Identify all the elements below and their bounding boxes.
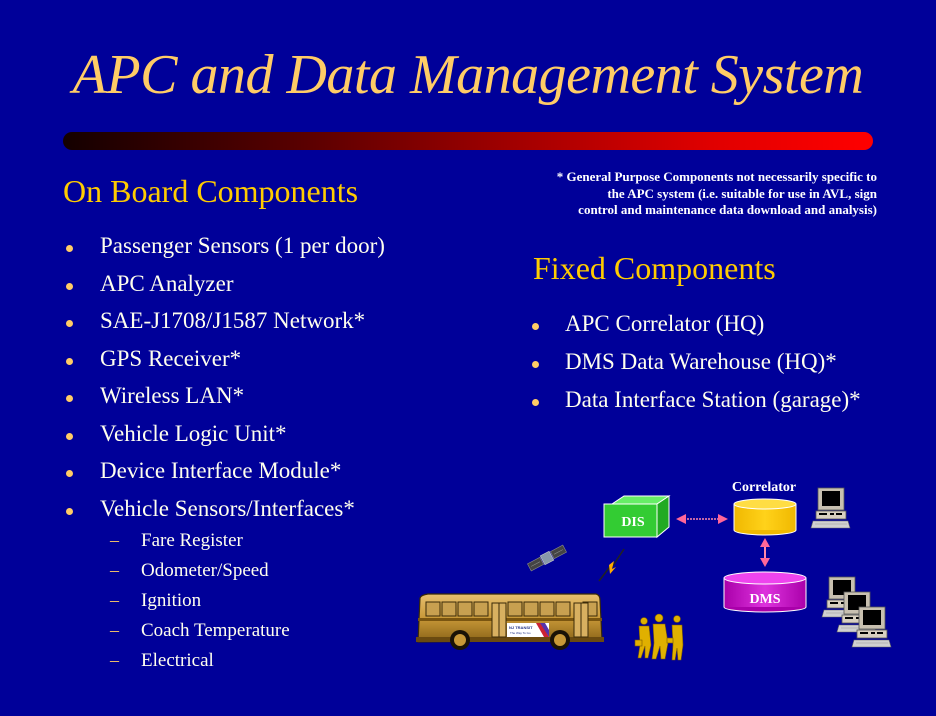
list-item-label: Vehicle Logic Unit* — [100, 420, 287, 446]
sublist-item-label: Electrical — [141, 650, 214, 671]
dash-icon: – — [110, 560, 119, 580]
dash-icon: – — [110, 530, 119, 550]
lightning-icon — [598, 548, 625, 582]
note-line: * General Purpose Components not necessa… — [556, 169, 877, 184]
list-item: Vehicle Logic Unit* — [63, 421, 385, 459]
correlator-dms-arrow — [760, 538, 770, 567]
bullet-icon — [66, 245, 73, 252]
list-item-label: SAE-J1708/J1587 Network* — [100, 308, 366, 333]
list-item: APC Correlator (HQ) — [528, 311, 861, 349]
bus-logo-line2: The Way To Go — [510, 631, 531, 635]
list-item: Passenger Sensors (1 per door) — [63, 233, 385, 271]
list-item-label: Wireless LAN* — [100, 383, 245, 408]
fixed-heading: Fixed Components — [533, 250, 776, 286]
sublist-item: – Coach Temperature — [110, 620, 290, 650]
list-item-label: GPS Receiver* — [100, 345, 242, 371]
list-item: Wireless LAN* — [63, 383, 385, 421]
slide-title: APC and Data Management System — [72, 44, 864, 106]
dash-icon: – — [110, 650, 119, 670]
onboard-heading: On Board Components — [63, 173, 359, 209]
correlator-database: Correlator — [732, 480, 797, 536]
bullet-icon — [66, 282, 73, 290]
computer-icon — [810, 487, 851, 529]
list-item: Device Interface Module* — [63, 458, 385, 496]
bullet-icon — [66, 357, 73, 365]
bullet-icon — [532, 361, 539, 368]
note-line: control and maintenance data download an… — [578, 202, 877, 217]
people-icon — [634, 613, 684, 661]
bus-icon: NJ TRANSIT The Way To Go — [416, 593, 604, 650]
list-item: GPS Receiver* — [63, 346, 385, 384]
list-item-label: APC Correlator (HQ) — [565, 311, 765, 336]
bullet-icon — [66, 432, 73, 440]
dis-label: DIS — [621, 515, 645, 530]
bullet-icon — [66, 395, 73, 402]
list-item: Vehicle Sensors/Interfaces* — [63, 496, 385, 534]
dms-label: DMS — [749, 592, 780, 607]
correlator-label: Correlator — [732, 480, 796, 495]
note-line: the APC system (i.e. suitable for use in… — [607, 185, 877, 201]
list-item: Data Interface Station (garage)* — [528, 387, 861, 425]
dms-database: DMS — [723, 571, 807, 613]
list-item-label: Device Interface Module* — [100, 458, 342, 483]
dis-correlator-arrow — [676, 514, 728, 524]
bullet-icon — [532, 399, 539, 406]
gradient-divider — [63, 132, 873, 150]
dis-box: DIS — [603, 495, 671, 539]
list-item-label: Vehicle Sensors/Interfaces* — [100, 495, 355, 521]
sublist-item-label: Odometer/Speed — [141, 560, 269, 581]
bullet-icon — [66, 470, 73, 477]
bullet-icon — [66, 320, 73, 327]
sublist-item: – Odometer/Speed — [110, 560, 290, 590]
bullet-icon — [532, 323, 539, 330]
dash-icon: – — [110, 620, 119, 640]
sublist-item-label: Coach Temperature — [141, 620, 290, 641]
slide: APC and Data Management System On Board … — [0, 0, 936, 716]
list-item: DMS Data Warehouse (HQ)* — [528, 349, 861, 387]
satellite-icon — [527, 544, 567, 572]
computer-stack-icon — [821, 576, 892, 648]
list-item-label: Data Interface Station (garage)* — [565, 387, 861, 412]
list-item: SAE-J1708/J1587 Network* — [63, 308, 385, 346]
transit-logo: NJ TRANSIT The Way To Go — [507, 623, 549, 637]
general-purpose-note: * General Purpose Components not necessa… — [505, 169, 877, 219]
list-item-label: DMS Data Warehouse (HQ)* — [565, 349, 837, 374]
bullet-icon — [66, 507, 73, 515]
sublist-item: – Fare Register — [110, 530, 290, 560]
list-item-label: APC Analyzer — [100, 270, 234, 296]
fixed-list: APC Correlator (HQ) DMS Data Warehouse (… — [528, 311, 861, 425]
sublist-item-label: Ignition — [141, 590, 202, 611]
bus-logo-line1: NJ TRANSIT — [509, 625, 533, 630]
sublist-item-label: Fare Register — [141, 530, 243, 551]
onboard-list: Passenger Sensors (1 per door) APC Analy… — [63, 233, 385, 533]
sensor-sublist: – Fare Register – Odometer/Speed – Ignition… — [110, 530, 290, 680]
dash-icon: – — [110, 590, 119, 610]
list-item-label: Passenger Sensors (1 per door) — [100, 233, 385, 258]
list-item: APC Analyzer — [63, 271, 385, 309]
sublist-item: – Ignition — [110, 590, 290, 620]
sublist-item: – Electrical — [110, 650, 290, 680]
